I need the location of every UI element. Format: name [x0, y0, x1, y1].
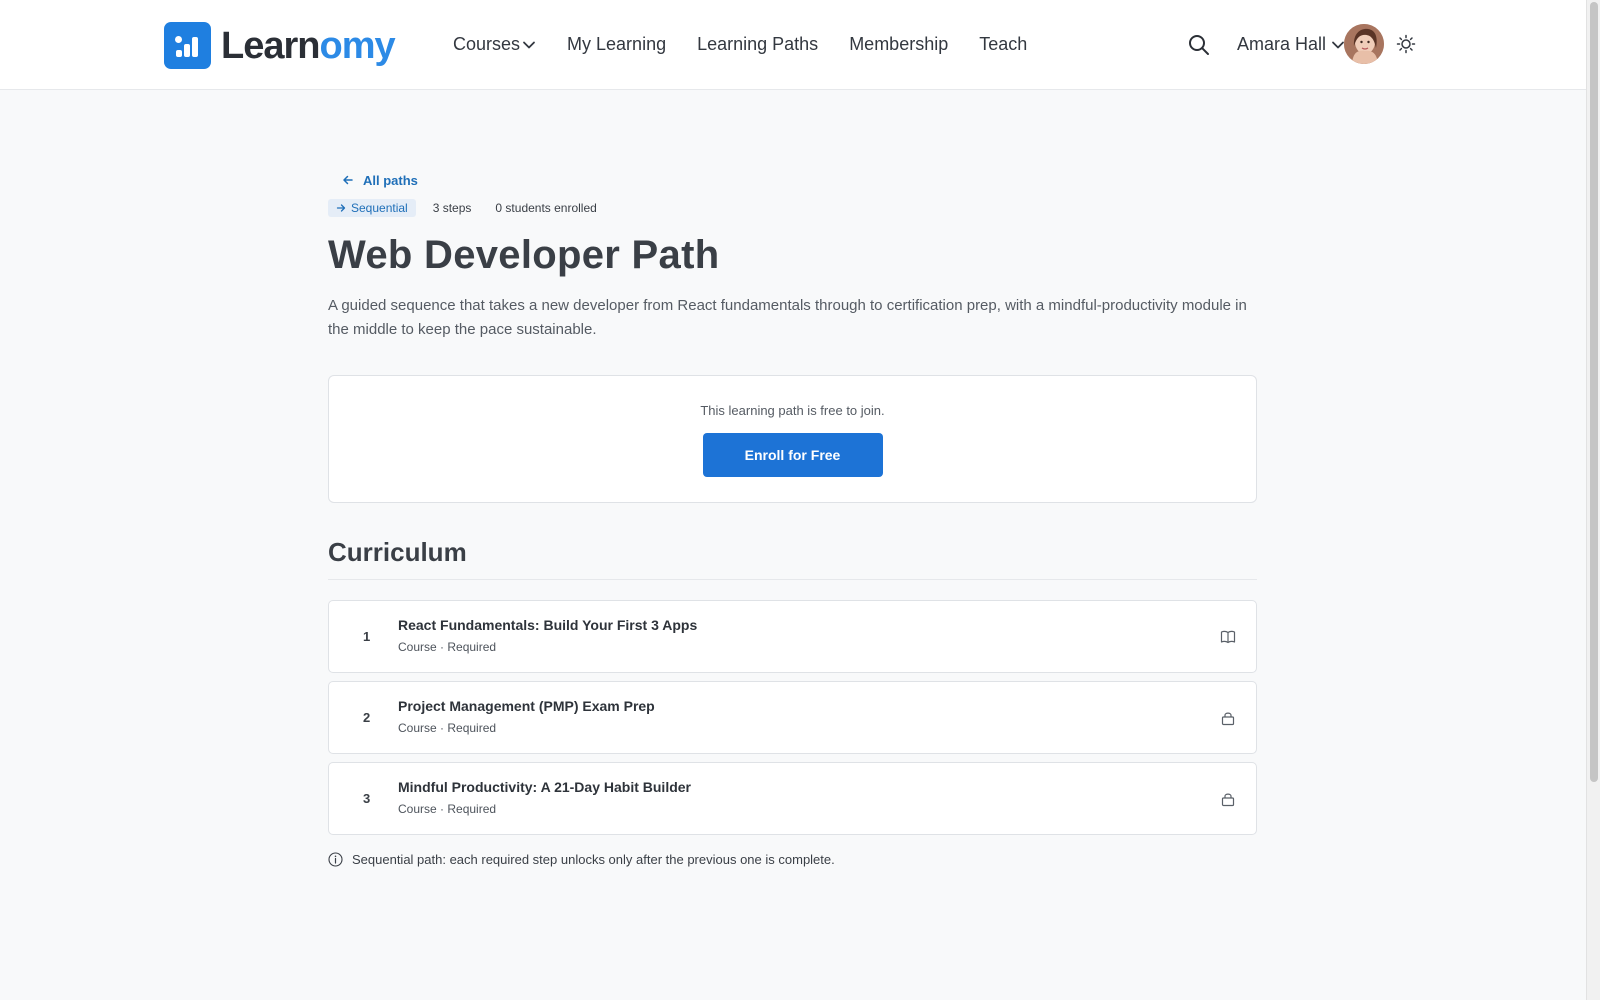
curriculum-step-2[interactable]: 2 Project Management (PMP) Exam Prep Cou… — [328, 681, 1257, 754]
info-icon — [328, 852, 343, 867]
user-menu[interactable]: Amara Hall — [1237, 34, 1345, 55]
search-icon — [1189, 35, 1209, 55]
step-number: 3 — [363, 791, 371, 806]
main-content: All paths Sequential 3 steps 0 students … — [328, 170, 1257, 867]
book-icon — [1220, 630, 1236, 644]
curriculum-step-1[interactable]: 1 React Fundamentals: Build Your First 3… — [328, 600, 1257, 673]
avatar-image — [1344, 24, 1384, 64]
arrow-left-icon — [343, 175, 353, 185]
step-title[interactable]: Mindful Productivity: A 21-Day Habit Bui… — [398, 779, 691, 795]
footnote-text: Sequential path: each required step unlo… — [352, 852, 835, 867]
sequential-badge-label: Sequential — [351, 201, 408, 215]
step-title[interactable]: React Fundamentals: Build Your First 3 A… — [398, 617, 697, 633]
enroll-button[interactable]: Enroll for Free — [702, 433, 883, 477]
logo-text-part1: Learn — [221, 24, 320, 67]
nav-membership[interactable]: Membership — [849, 34, 948, 55]
nav-teach[interactable]: Teach — [979, 34, 1027, 55]
nav-teach-label: Teach — [979, 34, 1028, 54]
path-description: A guided sequence that takes a new devel… — [328, 297, 1247, 338]
arrow-right-icon — [336, 204, 346, 212]
chevron-down-icon — [1332, 41, 1344, 48]
step-number: 1 — [363, 629, 371, 644]
user-name: Amara Hall — [1237, 34, 1327, 54]
nav-courses-label: Courses — [453, 34, 521, 54]
sequential-badge: Sequential — [328, 199, 416, 217]
top-header: Learnomy Courses My Learning Learning Pa… — [0, 0, 1586, 90]
back-link[interactable]: All paths — [342, 170, 1257, 190]
nav-membership-label: Membership — [849, 34, 949, 54]
logo[interactable]: Learnomy — [164, 22, 396, 69]
step-subtitle: Course · Required — [398, 640, 497, 654]
nav-courses[interactable]: Courses — [453, 34, 536, 55]
theme-toggle[interactable] — [1396, 34, 1416, 59]
lock-icon — [1221, 712, 1235, 726]
nav-my-learning-label: My Learning — [567, 34, 667, 54]
logo-icon — [164, 22, 211, 69]
enroll-note: This learning path is free to join. — [700, 403, 885, 418]
step-subtitle: Course · Required — [398, 802, 497, 816]
scrollbar-thumb[interactable] — [1590, 2, 1598, 782]
back-link-label: All paths — [363, 172, 418, 188]
page-title: Web Developer Path — [328, 233, 720, 277]
lock-icon — [1221, 793, 1235, 807]
chevron-down-icon — [523, 41, 535, 48]
nav-learning-paths-label: Learning Paths — [697, 34, 819, 54]
avatar[interactable] — [1344, 24, 1384, 64]
sequential-footnote: Sequential path: each required step unlo… — [328, 852, 1257, 867]
search-button[interactable] — [1187, 33, 1211, 62]
main-nav: Courses My Learning Learning Paths Membe… — [453, 34, 1058, 55]
enrolled-count: 0 students enrolled — [495, 201, 597, 215]
curriculum-step-3[interactable]: 3 Mindful Productivity: A 21-Day Habit B… — [328, 762, 1257, 835]
step-subtitle: Course · Required — [398, 721, 497, 735]
steps-count: 3 steps — [432, 201, 472, 215]
step-number: 2 — [363, 710, 371, 725]
curriculum-list: 1 React Fundamentals: Build Your First 3… — [328, 600, 1257, 835]
logo-text-part2: omy — [319, 24, 395, 67]
path-meta: Sequential 3 steps 0 students enrolled — [328, 199, 1257, 217]
curriculum-heading: Curriculum — [328, 537, 1257, 580]
nav-my-learning[interactable]: My Learning — [567, 34, 666, 55]
sun-icon — [1396, 34, 1416, 54]
enroll-card: This learning path is free to join. Enro… — [328, 375, 1257, 503]
step-title[interactable]: Project Management (PMP) Exam Prep — [398, 698, 655, 714]
logo-text: Learnomy — [221, 24, 396, 67]
nav-learning-paths[interactable]: Learning Paths — [697, 34, 818, 55]
page-scrollbar[interactable] — [1586, 0, 1600, 1000]
